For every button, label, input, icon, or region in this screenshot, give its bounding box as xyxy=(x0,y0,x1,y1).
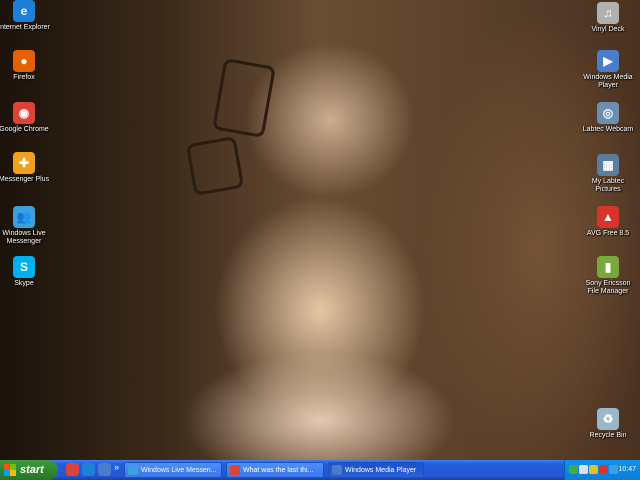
antivirus-icon[interactable] xyxy=(599,465,608,474)
clock[interactable]: 10:47 xyxy=(618,460,636,480)
windows-live-messenger-icon xyxy=(128,465,138,475)
windows-logo-icon xyxy=(4,464,16,476)
desktop-icon-label: Messenger Plus xyxy=(0,176,50,183)
firefox-icon: ● xyxy=(13,50,35,72)
internet-explorer-icon: e xyxy=(13,0,35,22)
internet-explorer-icon[interactable] xyxy=(82,463,95,476)
desktop-icon-label: Firefox xyxy=(13,74,35,81)
desktop-icon-label: Labtec Webcam xyxy=(582,126,634,133)
shield-icon[interactable] xyxy=(589,465,598,474)
desktop-icon-label: Windows Media Player xyxy=(583,74,633,89)
desktop-icon[interactable]: ✚ Messenger Plus xyxy=(0,152,52,184)
windows-live-messenger-icon: 👥 xyxy=(13,206,35,228)
chrome-icon[interactable] xyxy=(66,463,79,476)
system-tray: 10:47 xyxy=(564,460,640,480)
recycle-bin-icon: ♻ xyxy=(597,408,619,430)
chrome-icon xyxy=(230,465,240,475)
windows-media-player-icon[interactable] xyxy=(98,463,111,476)
desktop-icon[interactable]: ♫ Vinyl Deck xyxy=(580,2,636,34)
desktop-icon-label: Sony Ericsson File Manager xyxy=(585,280,631,295)
desktop-icon[interactable]: ◎ Labtec Webcam xyxy=(580,102,636,134)
desktop-icon[interactable]: ▦ My Labtec Pictures xyxy=(580,154,636,194)
desktop-icon[interactable]: ▶ Windows Media Player xyxy=(580,50,636,90)
desktop-icon[interactable]: e Internet Explorer xyxy=(0,0,52,32)
desktop-icon-label: Recycle Bin xyxy=(589,432,627,439)
windows-media-player-icon xyxy=(332,465,342,475)
wallpaper-detail xyxy=(185,136,245,196)
desktop-wallpaper: e Internet Explorer ● Firefox ◉ Google Chrome… xyxy=(0,0,640,460)
vinyl-deck-icon: ♫ xyxy=(597,2,619,24)
start-button[interactable]: start xyxy=(0,460,58,480)
desktop-icon-label: Google Chrome xyxy=(0,126,49,133)
desktop-icon-label: Internet Explorer xyxy=(0,24,50,31)
desktop-icon-label: My Labtec Pictures xyxy=(591,178,625,193)
start-label: start xyxy=(20,464,44,476)
chrome-icon: ◉ xyxy=(13,102,35,124)
desktop-icon-label: Vinyl Deck xyxy=(591,26,625,33)
taskbar-button[interactable]: Windows Media Player xyxy=(328,462,424,478)
desktop-icon[interactable]: ● Firefox xyxy=(0,50,52,82)
taskbar-button-label: What was the last thi... xyxy=(243,467,314,474)
pictures-icon: ▦ xyxy=(597,154,619,176)
skype-icon: S xyxy=(13,256,35,278)
wallpaper-detail xyxy=(212,58,276,138)
desktop-icon[interactable]: ▲ AVG Free 8.5 xyxy=(580,206,636,238)
webcam-icon: ◎ xyxy=(597,102,619,124)
taskbar-button[interactable]: Windows Live Messen... xyxy=(124,462,222,478)
desktop-icon-label: Windows Live Messenger xyxy=(2,230,46,245)
desktop-icon[interactable]: ▮ Sony Ericsson File Manager xyxy=(580,256,636,296)
taskbar-button-label: Windows Live Messen... xyxy=(141,467,217,474)
avg-icon: ▲ xyxy=(597,206,619,228)
quick-launch-overflow[interactable]: » xyxy=(114,462,119,472)
taskbar: start » Windows Live Messen... What was t… xyxy=(0,460,640,480)
messenger-tray-icon[interactable] xyxy=(609,465,618,474)
network-icon[interactable] xyxy=(569,465,578,474)
taskbar-button-label: Windows Media Player xyxy=(345,467,417,474)
windows-media-player-icon: ▶ xyxy=(597,50,619,72)
file-manager-icon: ▮ xyxy=(597,256,619,278)
volume-icon[interactable] xyxy=(579,465,588,474)
desktop-icon[interactable]: S Skype xyxy=(0,256,52,288)
desktop-icon[interactable]: ◉ Google Chrome xyxy=(0,102,52,134)
taskbar-button[interactable]: What was the last thi... xyxy=(226,462,324,478)
desktop-icon[interactable]: 👥 Windows Live Messenger xyxy=(0,206,52,246)
desktop-icon-label: Skype xyxy=(14,280,34,287)
messenger-plus-icon: ✚ xyxy=(13,152,35,174)
desktop-icon-label: AVG Free 8.5 xyxy=(586,230,630,237)
desktop-icon[interactable]: ♻ Recycle Bin xyxy=(580,408,636,440)
